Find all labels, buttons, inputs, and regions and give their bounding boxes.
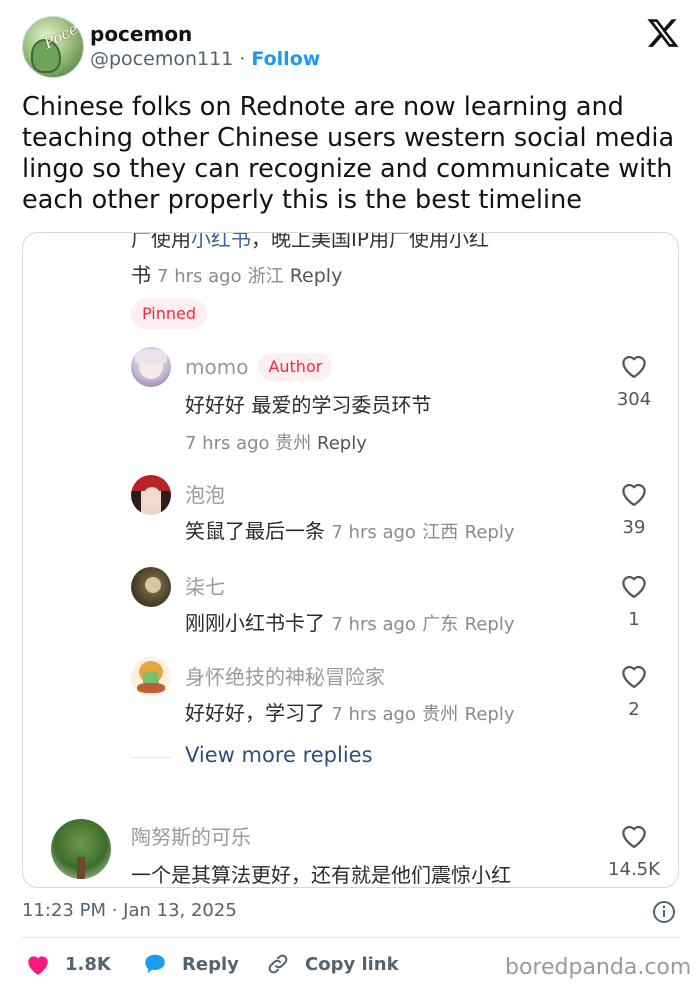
like-button[interactable]: 1.8K: [25, 950, 111, 978]
adventurer-avatar[interactable]: [131, 657, 171, 697]
like-count: 39: [622, 517, 646, 538]
comment-author[interactable]: 身怀绝技的神秘冒险家: [185, 661, 385, 690]
heart-icon[interactable]: [619, 351, 649, 379]
clipped-comment-line: 广使用小红书，晚上美国IP用广使用小红: [131, 232, 489, 252]
taonusi-avatar[interactable]: [51, 819, 111, 879]
heart-icon[interactable]: [619, 571, 649, 599]
display-name[interactable]: pocemon: [90, 22, 192, 46]
comment-author[interactable]: momo: [185, 355, 248, 379]
comment-meta: 7 hrs ago 贵州 Reply: [185, 433, 367, 454]
like-count: 14.5K: [608, 859, 660, 880]
view-more-replies-link[interactable]: View more replies: [185, 743, 373, 767]
copy-link-button[interactable]: Copy link: [265, 950, 399, 978]
comment-text: 刚刚小红书卡了: [185, 611, 325, 635]
comment-text: 好好好，学习了: [185, 701, 325, 725]
boredpanda-watermark: boredpanda.com: [505, 955, 692, 980]
comment-text-row: 刚刚小红书卡了 7 hrs ago 广东 Reply: [185, 611, 515, 635]
comment-item: momo Author 好好好 最爱的学习委员环节 7 hrs ago 贵州 Re…: [23, 347, 678, 454]
comment-item: 泡泡 笑鼠了最后一条 7 hrs ago 江西 Reply 39: [23, 475, 678, 545]
comment-text-row: 笑鼠了最后一条 7 hrs ago 江西 Reply: [185, 519, 515, 543]
attached-screenshot[interactable]: 广使用小红书，晚上美国IP用广使用小红 书 7 hrs ago 浙江 Reply…: [22, 232, 679, 888]
pinned-badge: Pinned: [131, 299, 208, 329]
reply-link[interactable]: Reply: [290, 265, 343, 287]
comment-text-row: 好好好，学习了 7 hrs ago 贵州 Reply: [185, 701, 515, 725]
link-icon: [268, 954, 288, 974]
footer-divider: [22, 937, 679, 938]
info-icon[interactable]: [652, 900, 676, 924]
comment-author[interactable]: 泡泡: [185, 479, 225, 508]
reply-label: Reply: [182, 953, 239, 975]
like-count: 2: [628, 699, 640, 720]
tweet-timestamp[interactable]: 11:23 PM · Jan 13, 2025: [22, 900, 237, 921]
view-more-divider: [131, 757, 171, 758]
like-count: 304: [616, 389, 652, 410]
author-badge: Author: [258, 353, 333, 381]
user-handle[interactable]: @pocemon111: [90, 48, 233, 70]
qiqi-avatar[interactable]: [131, 567, 171, 607]
heart-filled-icon: [28, 956, 48, 975]
copy-link-label: Copy link: [305, 953, 399, 975]
first-comment-tail: 书 7 hrs ago 浙江 Reply: [131, 263, 343, 287]
separator-dot: ·: [239, 48, 246, 70]
heart-icon[interactable]: [619, 479, 649, 507]
comment-item: 陶努斯的可乐 一个是其算法更好，还有就是他们震惊小红 14.5K: [23, 817, 678, 887]
profile-avatar[interactable]: Poce: [22, 16, 84, 78]
comment-item: 身怀绝技的神秘冒险家 好好好，学习了 7 hrs ago 贵州 Reply 2: [23, 657, 678, 727]
heart-icon[interactable]: [619, 821, 649, 849]
reply-link[interactable]: Reply: [465, 522, 515, 543]
comment-text: 笑鼠了最后一条: [185, 519, 325, 543]
paopao-avatar[interactable]: [131, 475, 171, 515]
follow-button[interactable]: Follow: [251, 48, 320, 70]
tweet-text: Chinese folks on Rednote are now learnin…: [22, 92, 675, 215]
like-count-label: 1.8K: [65, 953, 111, 975]
comment-author[interactable]: 陶努斯的可乐: [131, 821, 251, 850]
like-count: 1: [628, 609, 640, 630]
reply-link[interactable]: Reply: [317, 433, 367, 454]
comment-author-row: momo Author: [185, 353, 333, 381]
avatar-logo-text: Poce: [40, 19, 81, 53]
xhs-link: 小红书: [191, 232, 251, 251]
comment-item: 柒七 刚刚小红书卡了 7 hrs ago 广东 Reply 1: [23, 567, 678, 637]
reply-link[interactable]: Reply: [465, 614, 515, 635]
reply-button[interactable]: Reply: [142, 950, 239, 978]
comment-text: 一个是其算法更好，还有就是他们震惊小红: [131, 863, 511, 887]
comment-author[interactable]: 柒七: [185, 571, 225, 600]
heart-icon[interactable]: [619, 661, 649, 689]
comment-text: 好好好 最爱的学习委员环节: [185, 393, 432, 417]
reply-link[interactable]: Reply: [465, 704, 515, 725]
momo-avatar[interactable]: [131, 347, 171, 387]
user-handle-row: @pocemon111 · Follow: [90, 48, 320, 70]
speech-bubble-icon: [145, 954, 165, 974]
x-logo-icon[interactable]: [646, 16, 680, 50]
